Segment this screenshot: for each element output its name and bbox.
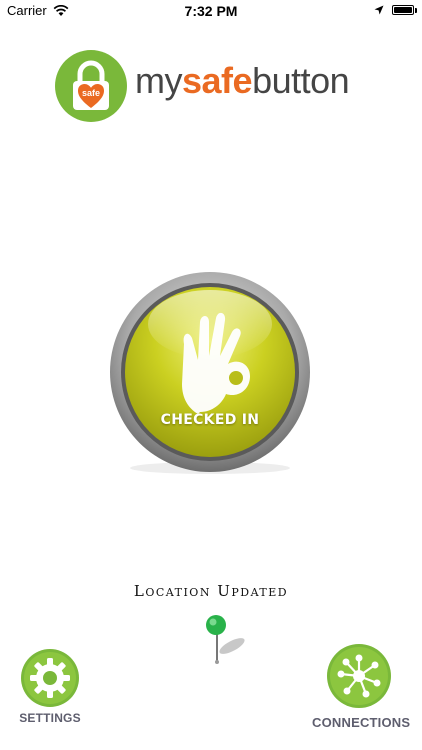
connections-button[interactable]: CONNECTIONS [312,643,411,735]
connections-label: CONNECTIONS [312,715,411,730]
battery-icon [392,5,414,15]
check-in-button[interactable]: CHECKED IN [108,272,312,476]
logo-wordmark: mysafebutton [135,60,350,102]
logo-badge-text: safe [82,88,100,98]
status-bar: Carrier 7:32 PM [0,0,422,22]
check-in-status-label: CHECKED IN [160,412,260,428]
app-logo: safe mysafebutton [55,50,365,122]
map-pin-icon [206,615,245,664]
network-icon [327,644,391,708]
logo-text-highlight: safe [182,60,253,101]
location-arrow-icon [374,5,384,15]
logo-text-suffix: button [252,60,350,101]
gear-icon [21,649,79,707]
status-time: 7:32 PM [184,3,238,19]
location-status-text: Location Updated [133,582,289,600]
battery-cap [415,8,417,13]
logo-text-prefix: my [135,60,183,101]
settings-label: SETTINGS [19,711,81,725]
check-in-button-graphic [110,272,310,474]
settings-button[interactable]: SETTINGS [18,648,82,728]
lock-heart-icon: safe [55,50,127,122]
